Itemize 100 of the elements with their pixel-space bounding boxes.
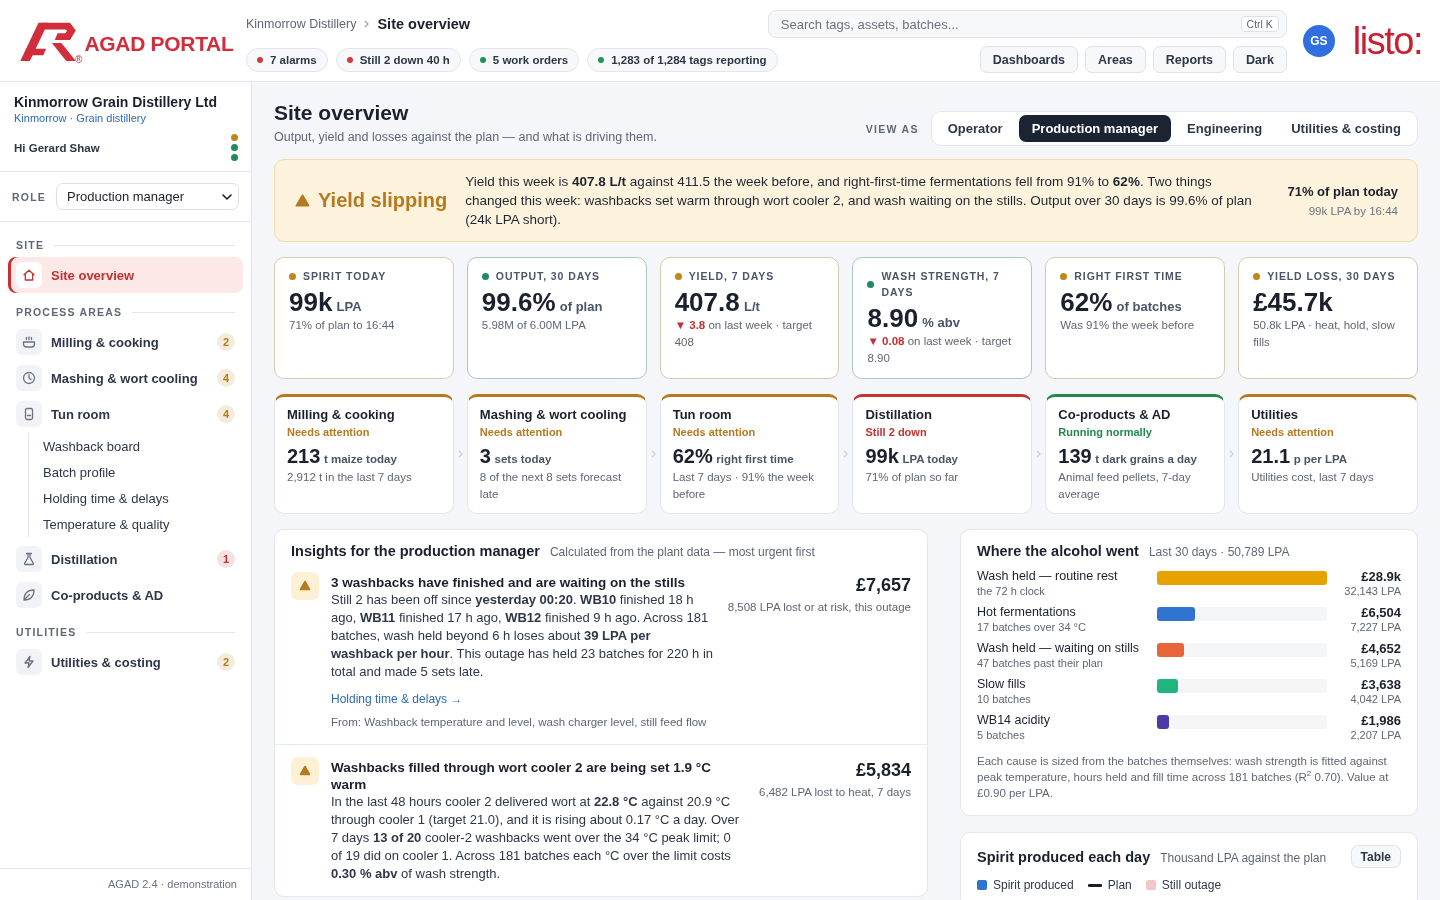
nav-item[interactable]: Co-products & AD bbox=[8, 577, 243, 613]
area-card[interactable]: Tun room Needs attention 62% right first time Last 7 days · 91% the week before bbox=[659, 394, 840, 514]
area-name: Distillation bbox=[865, 406, 933, 424]
area-name: Milling & cooking bbox=[287, 406, 396, 424]
clock-icon bbox=[16, 365, 42, 391]
nav-button[interactable]: Dark bbox=[1233, 46, 1287, 73]
insight-amount: £5,834 bbox=[854, 759, 911, 781]
role-select[interactable]: Production manager bbox=[55, 183, 239, 210]
cause-name: Slow fills bbox=[977, 677, 1027, 692]
cause-name: Hot fermentations bbox=[977, 605, 1077, 620]
view-tab[interactable]: Engineering bbox=[1174, 115, 1276, 142]
nav-item[interactable]: Mashing & wort cooling 4 bbox=[8, 360, 243, 396]
nav-button[interactable]: Dashboards bbox=[979, 46, 1079, 73]
cause-value: £28.9k bbox=[1360, 569, 1401, 584]
brand-wordmark: listo: bbox=[1352, 20, 1422, 61]
area-card[interactable]: Utilities Needs attention 21.1 p per LPA Utilities cost, last 7 days bbox=[1238, 394, 1418, 514]
insight-amount: £7,657 bbox=[854, 574, 911, 596]
status-pill[interactable]: 5 work orders bbox=[468, 47, 580, 72]
chevron-icon bbox=[1229, 450, 1235, 458]
kpi-value: 407.8 L/t bbox=[674, 287, 761, 317]
cause-detail: the 72 h clock bbox=[977, 584, 1046, 598]
area-card[interactable]: Mashing & wort cooling Needs attention 3 sets today 8 of the next 8 sets forecast late bbox=[466, 394, 647, 514]
page-title: Site overview bbox=[274, 101, 410, 125]
panel-title: Insights for the production manager bbox=[291, 542, 540, 560]
greeting-text: Hi Gerard Shaw bbox=[14, 141, 101, 156]
nav-subitem[interactable]: Temperature & quality bbox=[43, 511, 243, 537]
cause-value: £1,986 bbox=[1360, 713, 1401, 728]
nav-item[interactable]: Milling & cooking 2 bbox=[8, 324, 243, 360]
chevron-icon bbox=[650, 450, 656, 458]
role-label: ROLE bbox=[12, 190, 46, 203]
shortcut-key: Ctrl K bbox=[1240, 16, 1279, 32]
page-subtitle: Output, yield and losses against the plan — and what is driving them. bbox=[274, 129, 657, 146]
kpi-note: 50.8k LPA · heat, hold, slow fills bbox=[1253, 318, 1396, 350]
flask-icon bbox=[16, 546, 42, 572]
chevron-icon bbox=[364, 20, 370, 28]
kpi-label: WASH STRENGTH, 7 DAYS bbox=[881, 269, 1001, 300]
insight-link[interactable]: Holding time & delays → bbox=[331, 692, 463, 706]
warning-icon bbox=[295, 194, 310, 207]
cause-detail: 47 batches past their plan bbox=[977, 656, 1104, 670]
nav-item[interactable]: Tun room 4 bbox=[8, 396, 243, 432]
area-value: 3 sets today bbox=[479, 444, 553, 469]
insight-amount-note: 8,508 LPA lost or at risk, this outage bbox=[727, 600, 911, 615]
cause-detail: 10 batches bbox=[977, 692, 1032, 706]
nav-subitem[interactable]: Washback board bbox=[43, 433, 243, 459]
kpi-note: Was 91% the week before bbox=[1060, 318, 1196, 333]
status-pill[interactable]: 7 alarms bbox=[246, 47, 328, 72]
pot-icon bbox=[16, 329, 42, 355]
kpi-value: 62% of batches bbox=[1060, 287, 1183, 317]
nav-subitem[interactable]: Batch profile bbox=[43, 459, 243, 485]
nav-subitem[interactable]: Holding time & delays bbox=[43, 485, 243, 511]
count-badge: 4 bbox=[217, 369, 235, 387]
logo-text: AGAD PORTAL bbox=[84, 31, 234, 56]
area-value: 21.1 p per LPA bbox=[1251, 444, 1349, 469]
nav-button[interactable]: Reports bbox=[1152, 46, 1227, 73]
nav-item[interactable]: Site overview bbox=[8, 257, 243, 293]
section-heading: PROCESS AREAS bbox=[16, 306, 123, 318]
tank-icon bbox=[16, 401, 42, 427]
area-value: 99k LPA today bbox=[865, 444, 959, 469]
section-heading: SITE bbox=[16, 239, 45, 251]
kpi-value: 99k LPA bbox=[289, 287, 363, 317]
area-note: Utilities cost, last 7 days bbox=[1251, 470, 1375, 485]
alert-detail: 99k LPA by 16:44 bbox=[1307, 203, 1398, 219]
table-button[interactable]: Table bbox=[1350, 845, 1401, 868]
insight-source: From: Washback temperature and level, wash charger level, still feed flow bbox=[331, 715, 708, 730]
legend-label: Plan bbox=[1107, 877, 1132, 893]
legend-label: Spirit produced bbox=[993, 877, 1074, 893]
view-tab[interactable]: Utilities & costing bbox=[1278, 115, 1414, 142]
area-note: 2,912 t in the last 7 days bbox=[287, 470, 413, 485]
breadcrumb-link[interactable]: Kinmorrow Distillery bbox=[246, 17, 357, 31]
cause-value: £3,638 bbox=[1360, 677, 1401, 692]
view-tab[interactable]: Production manager bbox=[1018, 115, 1172, 142]
area-card[interactable]: Co-products & AD Running normally 139 t dark grains a day Animal feed pellets, 7-day average bbox=[1045, 394, 1226, 514]
kpi-note: 71% of plan to 16:44 bbox=[289, 318, 396, 333]
area-card[interactable]: Distillation Still 2 down 99k LPA today 71% of plan so far bbox=[852, 394, 1033, 514]
insight-title: Washbacks filled through wort cooler 2 are being set 1.9 °C warm bbox=[331, 759, 712, 793]
nav-button[interactable]: Areas bbox=[1085, 46, 1146, 73]
avatar[interactable]: GS bbox=[1302, 24, 1335, 57]
nav-item[interactable]: Utilities & costing 2 bbox=[8, 644, 243, 680]
area-card[interactable]: Milling & cooking Needs attention 213 t maize today 2,912 t in the last 7 days bbox=[274, 394, 454, 514]
area-status: Needs attention bbox=[479, 425, 564, 440]
company-name: Kinmorrow Grain Distillery Ltd bbox=[14, 94, 218, 111]
area-note: 71% of plan so far bbox=[865, 470, 960, 485]
alert-title: Yield slipping bbox=[318, 189, 448, 212]
alert-summary: 71% of plan today bbox=[1287, 182, 1398, 201]
status-pill[interactable]: Still 2 down 40 h bbox=[335, 47, 461, 72]
cause-lpa: 2,207 LPA bbox=[1349, 728, 1401, 742]
insight-text: Still 2 has been off since yesterday 00:20. WB10 finished 18 h ago, WB11 finished 17 h ago, WB12 finished 9 h ago. Across 181 batches, wash held beyond 6 h loses about 39 LPA per washback per hour. This outage has held 23 batches for 220 h in total and made 5 sets late. bbox=[331, 591, 714, 681]
view-tab[interactable]: Operator bbox=[934, 115, 1016, 142]
status-pill[interactable]: 1,283 of 1,284 tags reporting bbox=[587, 47, 778, 72]
kpi-note: 5.98M of 6.00M LPA bbox=[481, 318, 587, 333]
kpi-label: OUTPUT, 30 DAYS bbox=[495, 269, 600, 284]
cause-value: £4,652 bbox=[1360, 641, 1401, 656]
count-badge: 2 bbox=[217, 653, 235, 671]
location-link[interactable]: Kinmorrow · Grain distillery bbox=[14, 111, 218, 126]
cause-detail: 5 batches bbox=[977, 728, 1026, 742]
alert-text: Yield this week is 407.8 L/t against 411.5 the week before, and right-first-time fermentations fell from 91% to 62%. Two things changed this week: washbacks set warm through wort cooler 2, and wash waiting on the stills. Output over 30 days is 99.6% of plan (24k LPA short). bbox=[465, 173, 1253, 229]
insight-title: 3 washbacks have finished and are waiting on the stills bbox=[331, 574, 687, 591]
kpi-note: ▼ 0.08 on last week · target 8.90 bbox=[867, 334, 1013, 366]
nav-item[interactable]: Distillation 1 bbox=[8, 541, 243, 577]
cause-lpa: 7,227 LPA bbox=[1349, 620, 1401, 634]
